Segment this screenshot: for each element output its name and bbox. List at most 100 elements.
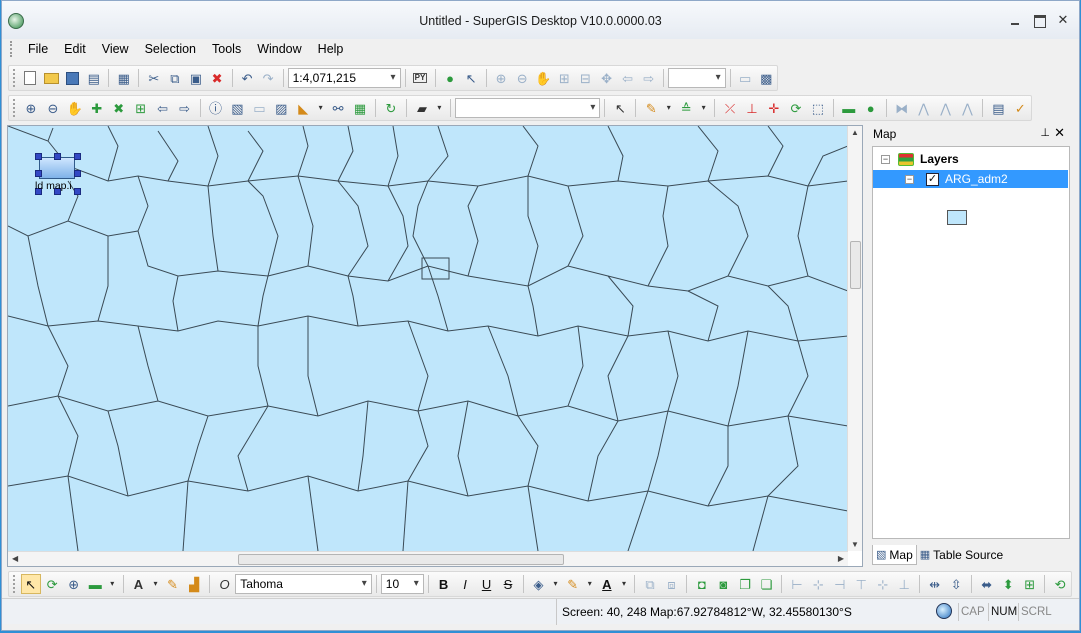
align-left-icon[interactable]: ⊢: [787, 574, 806, 594]
reshape-icon[interactable]: ⋀: [958, 98, 978, 118]
python-console-icon[interactable]: PY: [410, 68, 429, 88]
clapper-dropdown-icon[interactable]: ▾: [434, 98, 445, 118]
hyperlink-icon[interactable]: ▧: [227, 98, 247, 118]
delete-icon[interactable]: ✖: [207, 68, 226, 88]
pin-icon[interactable]: ⊥: [1040, 126, 1050, 139]
resize-handle[interactable]: [35, 153, 42, 160]
overview-icon[interactable]: ▨: [271, 98, 291, 118]
fixed-zoom-out-icon[interactable]: ✖: [109, 98, 129, 118]
send-to-back-icon[interactable]: ◙: [714, 574, 733, 594]
finish-sketch-icon[interactable]: ✓: [1010, 98, 1030, 118]
cut-icon[interactable]: ✂: [144, 68, 163, 88]
map-view[interactable]: ld map.i ▲ ▼ ◀ ▶: [7, 125, 863, 567]
paste-icon[interactable]: ▣: [186, 68, 205, 88]
horizontal-scrollbar[interactable]: ◀ ▶: [8, 551, 848, 566]
layer-row[interactable]: − ✓ ARG_adm2: [905, 170, 1008, 188]
layout-zoom-combo[interactable]: [668, 68, 726, 88]
align-top-icon[interactable]: ⊤: [852, 574, 871, 594]
target-layer-combo[interactable]: [454, 98, 601, 118]
scroll-right-icon[interactable]: ▶: [838, 554, 844, 563]
vertical-scroll-thumb[interactable]: [850, 241, 861, 289]
save-disk-icon[interactable]: [63, 68, 82, 88]
menu-tools[interactable]: Tools: [204, 39, 249, 59]
attributes-editor-icon[interactable]: ▤: [988, 98, 1008, 118]
align-right-icon[interactable]: ⊣: [830, 574, 849, 594]
link-icon[interactable]: ⚯: [328, 98, 348, 118]
menu-view[interactable]: View: [94, 39, 137, 59]
layout-forward-icon[interactable]: ⇨: [639, 68, 658, 88]
text-dropdown-icon[interactable]: ▾: [150, 574, 161, 594]
line-color-dropdown-icon[interactable]: ▾: [584, 574, 595, 594]
full-extent-icon[interactable]: ⊞: [131, 98, 151, 118]
layer-symbol-swatch[interactable]: [947, 210, 967, 225]
vertical-scrollbar[interactable]: ▲ ▼: [847, 126, 862, 551]
font-size-combo[interactable]: 10: [380, 574, 424, 594]
mirror-icon[interactable]: ⧓: [892, 98, 912, 118]
sketch-dropdown-icon[interactable]: ▾: [663, 98, 674, 118]
layout-back-icon[interactable]: ⇦: [618, 68, 637, 88]
scroll-down-icon[interactable]: ▼: [851, 540, 859, 549]
collapse-icon[interactable]: −: [881, 154, 890, 164]
map-canvas[interactable]: ld map.i: [8, 126, 848, 551]
find-icon[interactable]: ▭: [249, 98, 269, 118]
refresh-icon[interactable]: ↻: [381, 98, 401, 118]
print-icon[interactable]: ▤: [84, 68, 103, 88]
whats-this-icon[interactable]: ↖: [462, 68, 481, 88]
group-icon[interactable]: ⧉: [640, 574, 659, 594]
edit-vertices-icon[interactable]: ✎: [163, 574, 182, 594]
measure-icon[interactable]: ◣: [293, 98, 313, 118]
underline-button[interactable]: U: [477, 574, 496, 594]
help-icon[interactable]: ●: [440, 68, 459, 88]
tab-table-source[interactable]: ▦ Table Source: [917, 545, 1006, 565]
ungroup-icon[interactable]: ⧈: [662, 574, 681, 594]
bold-button[interactable]: B: [434, 574, 453, 594]
rectangle-draw-icon[interactable]: ▬: [85, 574, 104, 594]
zoom-out-icon[interactable]: ⊖: [43, 98, 63, 118]
menu-selection[interactable]: Selection: [137, 39, 204, 59]
text-tool-icon[interactable]: A: [129, 574, 148, 594]
fill-color-dropdown-icon[interactable]: ▾: [550, 574, 561, 594]
menu-window[interactable]: Window: [249, 39, 309, 59]
identify-icon[interactable]: ⓘ: [206, 98, 226, 118]
snap-cross-icon[interactable]: ✛: [764, 98, 784, 118]
scale-combo[interactable]: 1:4,071,215: [287, 68, 401, 88]
font-color-icon[interactable]: A: [597, 574, 616, 594]
make-same-height-icon[interactable]: ⬍: [998, 574, 1017, 594]
select-element-icon[interactable]: ↖: [20, 574, 41, 594]
rotate-flip-icon[interactable]: ⟲: [1050, 574, 1069, 594]
zoom-in-icon[interactable]: ⊕: [21, 98, 41, 118]
layout-fixed-zoom-in-icon[interactable]: ⊞: [555, 68, 574, 88]
bring-forward-icon[interactable]: ❐: [735, 574, 754, 594]
copy-icon[interactable]: ⧉: [165, 68, 184, 88]
layer-tree[interactable]: − Layers − ✓ ARG_adm2: [872, 146, 1070, 539]
minimize-icon[interactable]: [1009, 14, 1021, 26]
align-center-icon[interactable]: ⊹: [809, 574, 828, 594]
collapse-icon[interactable]: −: [905, 174, 914, 184]
zoom-to-element-icon[interactable]: ⊕: [64, 574, 83, 594]
sketch-pencil-icon[interactable]: ✎: [641, 98, 661, 118]
rectangle-dropdown-icon[interactable]: ▾: [107, 574, 118, 594]
task-icon[interactable]: ≙: [676, 98, 696, 118]
perpendicular-icon[interactable]: ⊥: [742, 98, 762, 118]
horizontal-scroll-thumb[interactable]: [238, 554, 564, 565]
toggle-draft-mode-icon[interactable]: ▭: [736, 68, 755, 88]
layout-zoom-out-icon[interactable]: ⊖: [513, 68, 532, 88]
new-document-icon[interactable]: [21, 68, 40, 88]
change-layout-icon[interactable]: ▩: [757, 68, 776, 88]
resize-handle[interactable]: [74, 170, 81, 177]
attribute-table-icon[interactable]: ▦: [350, 98, 370, 118]
resize-handle[interactable]: [54, 153, 61, 160]
align-middle-icon[interactable]: ⊹: [873, 574, 892, 594]
toolbar-grip-icon[interactable]: [13, 99, 16, 117]
smooth-icon[interactable]: ⋀: [936, 98, 956, 118]
strikethrough-button[interactable]: S: [498, 574, 517, 594]
menu-edit[interactable]: Edit: [56, 39, 94, 59]
rotate-element-icon[interactable]: ⟳: [43, 574, 62, 594]
make-same-size-icon[interactable]: ⊞: [1020, 574, 1039, 594]
layout-zoom-in-icon[interactable]: ⊕: [492, 68, 511, 88]
selected-map-element[interactable]: ld map.i: [35, 153, 81, 195]
menu-file[interactable]: File: [20, 39, 56, 59]
rectangle-shape-icon[interactable]: ▬: [839, 98, 859, 118]
menu-grip-icon[interactable]: [10, 41, 14, 57]
globe-icon[interactable]: [936, 603, 952, 619]
